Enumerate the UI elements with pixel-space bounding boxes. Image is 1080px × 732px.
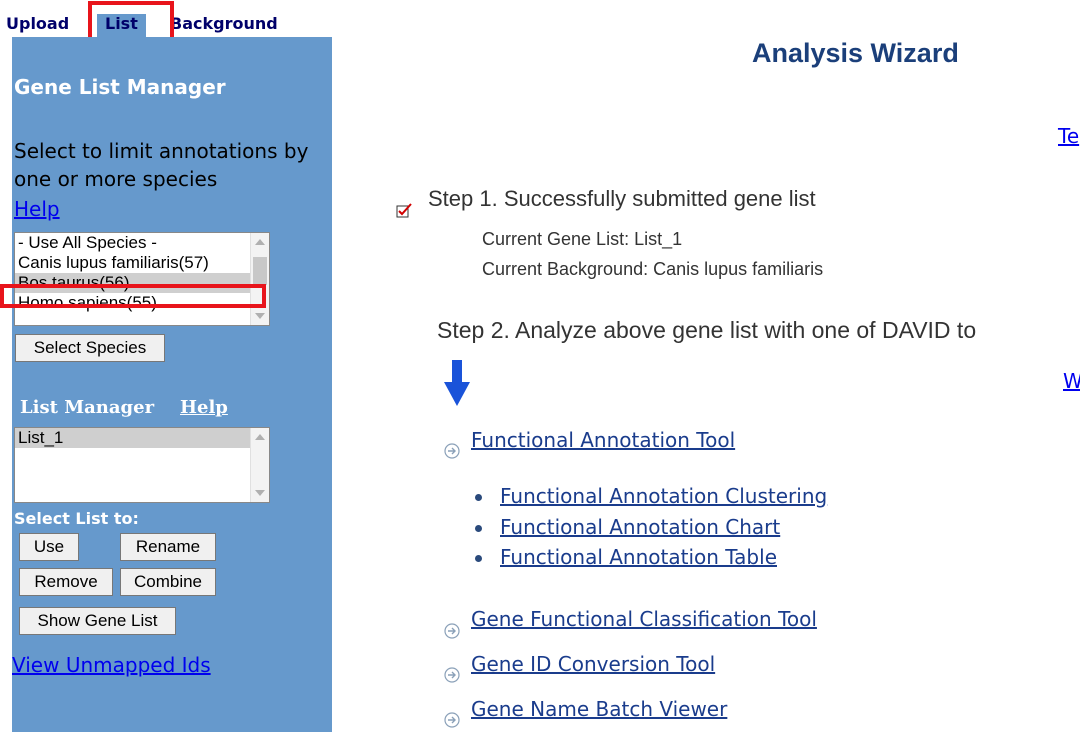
use-button[interactable]: Use xyxy=(19,533,79,561)
arrow-circle-icon xyxy=(444,443,460,459)
scroll-down-icon[interactable] xyxy=(255,490,265,496)
species-help-link[interactable]: Help xyxy=(14,197,60,221)
select-list-label: Select List to: xyxy=(14,509,139,528)
species-scrollbar[interactable] xyxy=(250,233,269,325)
tab-upload[interactable]: Upload xyxy=(6,14,69,33)
gene-list-option[interactable]: List_1 xyxy=(15,428,269,448)
functional-annotation-table-link[interactable]: Functional Annotation Table xyxy=(500,545,777,569)
functional-annotation-clustering-link[interactable]: Functional Annotation Clustering xyxy=(500,484,827,508)
arrow-circle-icon xyxy=(444,623,460,639)
tab-bar: Upload List Background xyxy=(0,0,332,40)
species-option-selected[interactable]: Bos taurus(56) xyxy=(15,273,269,293)
list-manager-title: List Manager xyxy=(20,397,155,418)
down-arrow-icon xyxy=(444,360,470,406)
page-title: Analysis Wizard xyxy=(752,38,959,68)
species-option[interactable]: Homo sapiens(55) xyxy=(15,293,269,313)
checkmark-icon xyxy=(396,202,414,220)
scroll-up-icon[interactable] xyxy=(255,434,265,440)
combine-button[interactable]: Combine xyxy=(120,568,216,596)
select-species-button[interactable]: Select Species xyxy=(15,334,165,362)
gene-functional-classification-tool-link[interactable]: Gene Functional Classification Tool xyxy=(471,607,817,631)
species-listbox[interactable]: - Use All Species - Canis lupus familiar… xyxy=(14,232,270,326)
rename-button[interactable]: Rename xyxy=(120,533,216,561)
view-unmapped-ids-link[interactable]: View Unmapped Ids xyxy=(12,653,211,677)
right-truncated-link[interactable]: Te xyxy=(1058,124,1079,148)
current-gene-list: Current Gene List: List_1 xyxy=(482,229,683,249)
remove-button[interactable]: Remove xyxy=(19,568,113,596)
tab-background[interactable]: Background xyxy=(170,14,278,33)
list-manager-help-link[interactable]: Help xyxy=(180,397,228,418)
step2-text: Step 2. Analyze above gene list with one… xyxy=(437,317,977,343)
sidebar: Gene List Manager Select to limit annota… xyxy=(12,37,332,732)
gene-name-batch-viewer-link[interactable]: Gene Name Batch Viewer xyxy=(471,697,727,721)
scroll-thumb[interactable] xyxy=(253,257,267,285)
scroll-up-icon[interactable] xyxy=(255,239,265,245)
current-background: Current Background: Canis lupus familiar… xyxy=(482,259,824,279)
show-gene-list-button[interactable]: Show Gene List xyxy=(19,607,176,635)
gene-list-manager-title: Gene List Manager xyxy=(14,75,226,99)
gene-lists-listbox[interactable]: List_1 xyxy=(14,427,270,503)
arrow-circle-icon xyxy=(444,712,460,728)
bullet-icon xyxy=(475,555,482,562)
step1-text: Step 1. Successfully submitted gene list xyxy=(428,186,816,211)
right-truncated-link-2[interactable]: W xyxy=(1063,369,1080,393)
gene-id-conversion-tool-link[interactable]: Gene ID Conversion Tool xyxy=(471,652,715,676)
species-option[interactable]: Canis lupus familiaris(57) xyxy=(15,253,269,273)
scroll-down-icon[interactable] xyxy=(255,313,265,319)
species-instructions: Select to limit annotations by one or mo… xyxy=(14,139,309,191)
functional-annotation-chart-link[interactable]: Functional Annotation Chart xyxy=(500,515,780,539)
bullet-icon xyxy=(475,525,482,532)
functional-annotation-tool-link[interactable]: Functional Annotation Tool xyxy=(471,428,735,452)
lists-scrollbar[interactable] xyxy=(250,428,269,502)
species-option[interactable]: - Use All Species - xyxy=(15,233,269,253)
bullet-icon xyxy=(475,494,482,501)
arrow-circle-icon xyxy=(444,667,460,683)
